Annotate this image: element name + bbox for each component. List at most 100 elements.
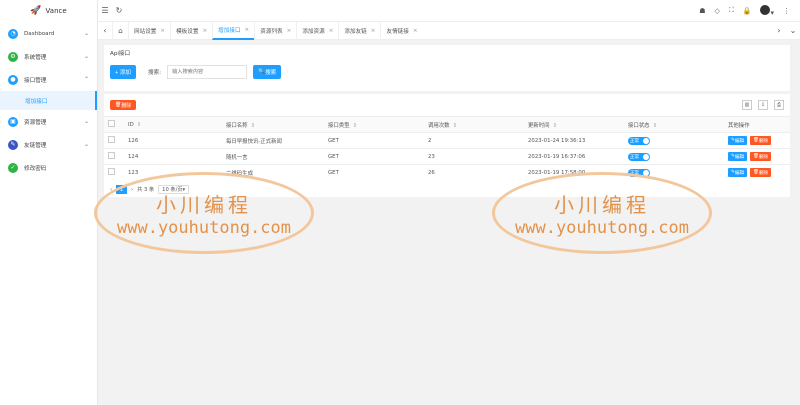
close-icon[interactable]: × — [160, 28, 165, 34]
delete-button[interactable]: 🗑 删除 — [750, 136, 772, 145]
lock-icon[interactable]: 🔒 — [743, 7, 752, 15]
sidebar-item-resource[interactable]: ▣ 资源管理 ⌄ — [0, 110, 97, 133]
sort-icon[interactable]: ⇕ — [137, 122, 142, 128]
sort-icon[interactable]: ⇕ — [251, 123, 256, 129]
column-header: 更新时间 — [528, 122, 550, 129]
select-all-checkbox[interactable] — [108, 120, 115, 127]
tab-add-link[interactable]: 添加友链 × — [338, 21, 380, 40]
api-card: Api接口 + 添加 搜索: 🔍搜索 — [104, 45, 790, 91]
cell-type: GET — [324, 148, 424, 165]
api-table: ID ⇕ 接口名称 ⇕ 接口类型 ⇕ 调用次数 ⇕ 更新时间 ⇕ 接口状态 ⇕ 其他操作 1… — [104, 116, 790, 181]
tab-resource-list[interactable]: 资源列表 × — [254, 21, 296, 40]
sidebar-item-dashboard[interactable]: ◔ Dashboard ⌄ — [0, 22, 97, 45]
status-label: 正常 — [630, 154, 639, 160]
tab-label: 添加资源 — [302, 28, 325, 35]
tag-icon[interactable]: ◇ — [714, 7, 719, 15]
row-checkbox[interactable] — [108, 152, 115, 159]
status-toggle[interactable]: 正常 — [628, 136, 650, 145]
delete-button[interactable]: 🗑 删除 — [750, 168, 772, 178]
watermark: 小川编程 www.youhutong.com — [94, 172, 314, 254]
sidebar-item-links[interactable]: ✎ 友链管理 ⌄ — [0, 133, 97, 156]
sidebar-item-label: 系统管理 — [24, 54, 47, 61]
sidebar-item-label: 修改密码 — [24, 165, 47, 172]
sidebar-item-label: 友链管理 — [24, 142, 47, 149]
cell-name: 每日早报快讯-正式新闻 — [222, 132, 324, 149]
cell-calls: 26 — [424, 164, 524, 181]
watermark-url: www.youhutong.com — [117, 217, 291, 238]
edit-label: 编辑 — [734, 170, 745, 176]
delete-label: 删除 — [758, 154, 769, 160]
tab-add-api[interactable]: 增加接口 × — [212, 21, 255, 40]
tab-label: 增加接口 — [218, 27, 241, 34]
sort-icon[interactable]: ⇕ — [553, 123, 558, 129]
search-button[interactable]: 🔍 搜索 — [253, 65, 282, 79]
fullscreen-icon[interactable]: ⛶ — [729, 6, 734, 15]
sort-icon[interactable]: ⇕ — [353, 123, 358, 129]
close-icon[interactable]: × — [287, 28, 292, 34]
sidebar-item-system[interactable]: ⚙ 系统管理 ⌄ — [0, 45, 97, 68]
sort-icon[interactable]: ⇕ — [653, 123, 658, 129]
column-header: 调用次数 — [428, 122, 450, 129]
tab-add-resource[interactable]: 添加资源 × — [296, 21, 338, 40]
tab-bar: ‹ ⌂ 网站设置 × 模板设置 × 增加接口 × 资源列表 × 添加资源 × 添加友链 × … — [98, 21, 800, 40]
tab-menu-icon[interactable]: ⌄ — [786, 26, 800, 35]
table-header-row: ID ⇕ 接口名称 ⇕ 接口类型 ⇕ 调用次数 ⇕ 更新时间 ⇕ 接口状态 ⇕ 其他操作 — [104, 116, 790, 133]
topbar: ☰ ↻ ☗ ◇ ⛶ 🔒 ▾ ⋮ — [98, 0, 800, 22]
column-header: 接口状态 — [628, 122, 650, 129]
settings-icon: ⚙ — [8, 51, 18, 62]
close-icon[interactable]: × — [245, 27, 250, 33]
close-icon[interactable]: × — [329, 28, 334, 34]
brand[interactable]: 🚀 Vance — [0, 0, 97, 22]
edit-button[interactable]: ✎ 编辑 — [728, 152, 748, 161]
batch-delete-label: 删除 — [121, 102, 132, 109]
column-header: 接口类型 — [328, 122, 350, 129]
tab-scroll-right-icon[interactable]: › — [772, 26, 786, 35]
menu-toggle-icon[interactable]: ☰ — [98, 6, 112, 15]
close-icon[interactable]: × — [413, 28, 418, 34]
edit-button[interactable]: ✎ 编辑 — [728, 168, 748, 178]
tab-site-settings[interactable]: 网站设置 × — [128, 21, 170, 40]
sort-icon[interactable]: ⇕ — [453, 123, 458, 129]
delete-button[interactable]: 🗑 删除 — [750, 152, 772, 161]
column-header: 其他操作 — [728, 122, 750, 129]
search-input[interactable] — [167, 65, 248, 79]
sidebar-item-label: 接口管理 — [24, 77, 47, 84]
chevron-up-icon: ⌃ — [83, 76, 89, 83]
print-icon[interactable]: ⎙ — [774, 100, 784, 110]
brand-name: Vance — [45, 7, 67, 15]
chevron-down-icon: ⌄ — [83, 30, 89, 37]
tab-friend-links[interactable]: 友情链接 × — [380, 21, 422, 40]
card-title: Api接口 — [110, 51, 131, 57]
add-button[interactable]: + 添加 — [110, 65, 137, 79]
columns-icon[interactable]: ▥ — [742, 100, 752, 110]
row-checkbox[interactable] — [108, 168, 115, 176]
close-icon[interactable]: × — [202, 28, 207, 34]
watermark: 小川编程 www.youhutong.com — [492, 172, 712, 254]
chevron-down-icon: ⌄ — [83, 53, 89, 60]
table-row: 124 随机一言 GET 23 2023-01-19 16:37:06 正常 ✎… — [104, 148, 790, 165]
search-label: 搜索: — [148, 70, 162, 76]
tab-label: 资源列表 — [260, 28, 283, 35]
edit-label: 编辑 — [734, 154, 745, 160]
row-checkbox[interactable] — [108, 136, 115, 143]
caret-down-icon: ▾ — [770, 8, 774, 17]
tab-template-settings[interactable]: 模板设置 × — [170, 21, 212, 40]
edit-button[interactable]: ✎ 编辑 — [728, 136, 748, 145]
cell-id: 124 — [124, 148, 222, 165]
user-menu[interactable]: ▾ — [760, 4, 774, 17]
theme-icon[interactable]: ☗ — [699, 7, 705, 15]
sidebar-subitem-add-api[interactable]: 增加接口 — [0, 91, 97, 110]
export-icon[interactable]: ⇩ — [758, 100, 768, 110]
tab-scroll-left-icon[interactable]: ‹ — [98, 26, 112, 35]
batch-delete-button[interactable]: 🗑 删除 — [110, 100, 137, 110]
tab-home-icon[interactable]: ⌂ — [112, 21, 128, 40]
sidebar-item-api[interactable]: ● 接口管理 ⌃ — [0, 68, 97, 91]
status-toggle[interactable]: 正常 — [628, 152, 650, 161]
sidebar: 🚀 Vance ◔ Dashboard ⌄ ⚙ 系统管理 ⌄ ● 接口管理 ⌃ … — [0, 0, 98, 405]
password-icon: ✓ — [8, 162, 18, 173]
refresh-icon[interactable]: ↻ — [112, 6, 126, 15]
close-icon[interactable]: × — [371, 28, 376, 34]
sidebar-item-label: 资源管理 — [24, 119, 47, 126]
sidebar-item-password[interactable]: ✓ 修改密码 — [0, 156, 97, 179]
more-icon[interactable]: ⋮ — [783, 7, 790, 15]
